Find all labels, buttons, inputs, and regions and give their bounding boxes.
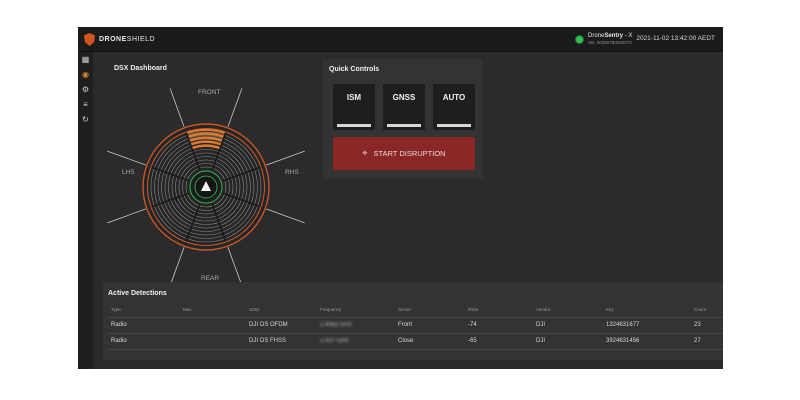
cell-vendor: DJI (536, 322, 545, 328)
sidebar-item-radar[interactable]: ◉ (78, 67, 93, 82)
brand-name: DRONESHIELD (99, 36, 156, 43)
table-header-row: Type Mac SSID Frequency Sector RSSI Vend… (108, 302, 723, 318)
dashboard-title: DSX Dashboard (114, 65, 167, 72)
auto-button[interactable]: AUTO (433, 84, 475, 130)
ism-button[interactable]: ISM (333, 84, 375, 130)
column-header-key[interactable]: Key (606, 307, 614, 312)
app-window: DRONESHIELD DroneSentry - X SN: 00460780… (78, 27, 723, 369)
device-serial: SN: 00460780042073 (588, 40, 632, 45)
quick-controls-title: Quick Controls (329, 66, 380, 73)
radar-spoke (266, 208, 305, 224)
sector-radar[interactable]: FRONT REAR LHS RHS (96, 79, 316, 294)
column-header-sector[interactable]: Sector (398, 307, 411, 312)
cell-type: Radio (111, 338, 127, 344)
column-header-type[interactable]: Type (111, 307, 121, 312)
device-status[interactable]: DroneSentry - X SN: 00460780042073 (576, 33, 632, 46)
column-header-count[interactable]: Count (694, 307, 706, 312)
droneshield-logo: DRONESHIELD (84, 33, 155, 46)
radar-spoke (227, 88, 243, 127)
gnss-button[interactable]: GNSS (383, 84, 425, 130)
column-header-frequency[interactable]: Frequency (320, 307, 341, 312)
radar-label-rhs: RHS (285, 169, 299, 176)
cell-sector: Close (398, 338, 414, 344)
status-indicator (576, 36, 583, 43)
gnss-state-bar (387, 124, 421, 127)
radar-spoke (107, 150, 146, 166)
device-name: DroneSentry - X (588, 33, 633, 39)
sidebar-item-settings[interactable]: ⚙ (78, 82, 93, 97)
filter-icon: ≡ (83, 100, 88, 109)
grid-icon: ▦ (81, 55, 90, 64)
column-header-vendor[interactable]: Vendor (536, 307, 550, 312)
cell-ssid: DJI OS FHSS (249, 338, 287, 344)
auto-state-bar (437, 124, 471, 127)
radar-icon: ◉ (82, 70, 89, 79)
active-detections-panel: Active Detections Type Mac SSID Frequenc… (103, 282, 723, 360)
cell-key: 1324631677 (606, 322, 640, 328)
shield-icon (84, 33, 95, 46)
column-header-mac[interactable]: Mac (183, 307, 192, 312)
crosshair-icon: ⌖ (362, 148, 368, 158)
radar-label-front: FRONT (198, 89, 221, 96)
start-disruption-label: START DISRUPTION (373, 149, 446, 158)
cell-frequency: 2.437 GHz (320, 338, 349, 344)
radar-spoke (169, 88, 185, 127)
cell-ssid: DJI OS OFDM (249, 322, 288, 328)
radar-label-lhs: LHS (122, 169, 135, 176)
column-header-rssi[interactable]: RSSI (468, 307, 479, 312)
sidebar-item-filter[interactable]: ≡ (78, 97, 93, 112)
radar-spoke (227, 247, 243, 286)
detections-table: Type Mac SSID Frequency Sector RSSI Vend… (108, 302, 723, 350)
sidebar-item-dashboard[interactable]: ▦ (78, 52, 93, 67)
cell-sector: Front (398, 322, 413, 328)
refresh-icon: ↻ (82, 115, 89, 124)
cell-frequency: 2.4062 GHz (320, 322, 353, 328)
radar-spoke (266, 150, 305, 166)
cell-count: 23 (694, 322, 701, 328)
radar-label-rear: REAR (201, 275, 220, 282)
sidebar-item-refresh[interactable]: ↻ (78, 112, 93, 127)
cell-key: 3924631456 (606, 338, 640, 344)
radar-graphic (107, 88, 305, 286)
cell-type: Radio (111, 322, 127, 328)
column-header-ssid[interactable]: SSID (249, 307, 260, 312)
gear-icon: ⚙ (81, 85, 90, 94)
datetime-display: 2021-11-02 13:42:00 AEDT (636, 35, 715, 42)
quick-controls-panel: Quick Controls ISM GNSS AUTO ⌖ START DIS… (323, 59, 483, 179)
cell-rssi: -74 (468, 322, 477, 328)
ism-state-bar (337, 124, 371, 127)
active-detections-title: Active Detections (108, 290, 167, 297)
cell-count: 27 (694, 338, 701, 344)
sidebar: ▦ ◉ ⚙ ≡ ↻ (78, 52, 93, 369)
table-row[interactable]: Radio DJI OS FHSS 2.437 GHz Close -65 DJ… (108, 334, 723, 350)
radar-spoke (169, 247, 185, 286)
cell-vendor: DJI (536, 338, 545, 344)
top-bar: DRONESHIELD DroneSentry - X SN: 00460780… (78, 27, 723, 52)
table-row[interactable]: Radio DJI OS OFDM 2.4062 GHz Front -74 D… (108, 318, 723, 334)
radar-spoke (107, 208, 146, 224)
start-disruption-button[interactable]: ⌖ START DISRUPTION (333, 137, 475, 170)
cell-rssi: -65 (468, 338, 477, 344)
